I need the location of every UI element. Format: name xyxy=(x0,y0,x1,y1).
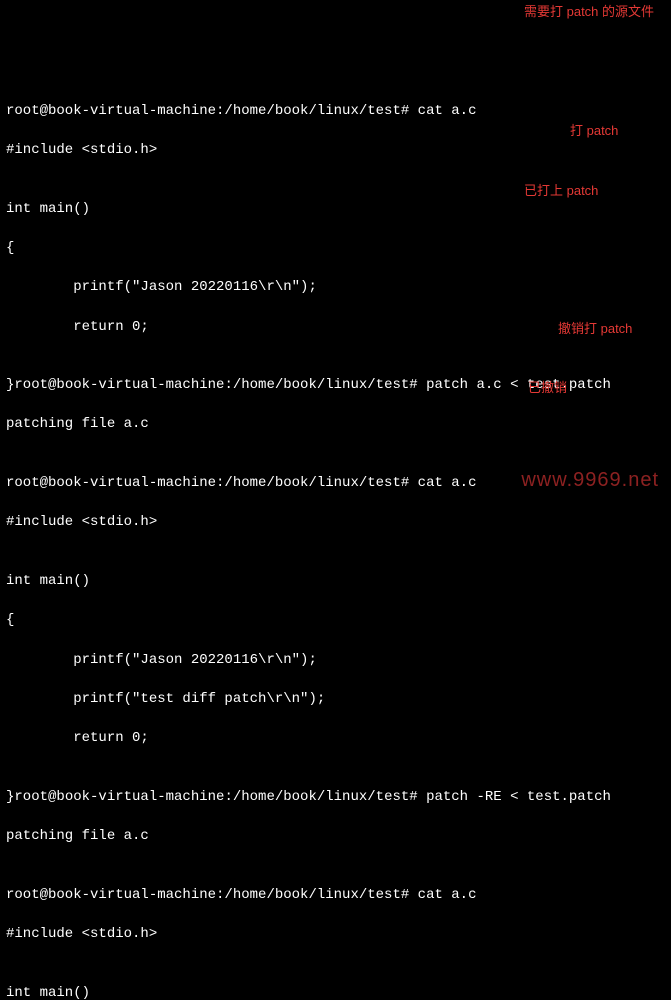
src-include: #include <stdio.h> xyxy=(6,141,665,161)
prompt: root@book-virtual-machine:/home/book/lin… xyxy=(6,887,418,903)
annotation-do-patch: 打 patch xyxy=(570,122,618,140)
prompt: root@book-virtual-machine:/home/book/lin… xyxy=(6,103,418,119)
annotation-need-patch: 需要打 patch 的源文件 xyxy=(524,3,654,21)
prompt-line-4: }root@book-virtual-machine:/home/book/li… xyxy=(6,788,665,808)
src-brace-open: { xyxy=(6,611,665,631)
annotation-patched: 已打上 patch xyxy=(524,182,598,200)
annotation-undo-patch: 撤销打 patch xyxy=(558,320,632,338)
command-cat: cat a.c xyxy=(418,887,477,903)
prompt: root@book-virtual-machine:/home/book/lin… xyxy=(14,377,426,393)
src-brace-open: { xyxy=(6,239,665,259)
src-printf1: printf("Jason 20220116\r\n"); xyxy=(6,278,665,298)
prompt-line-1: root@book-virtual-machine:/home/book/lin… xyxy=(6,102,665,122)
command-patch-revert: patch -RE < test.patch xyxy=(426,789,611,805)
patching-msg-1: patching file a.c xyxy=(6,415,665,435)
command-cat: cat a.c xyxy=(418,103,477,119)
src-main-decl: int main() xyxy=(6,572,665,592)
src-brace-close: } xyxy=(6,789,14,805)
src-include: #include <stdio.h> xyxy=(6,925,665,945)
watermark: www.9969.net xyxy=(521,466,659,494)
src-include: #include <stdio.h> xyxy=(6,513,665,533)
src-printf1: printf("Jason 20220116\r\n"); xyxy=(6,651,665,671)
prompt: root@book-virtual-machine:/home/book/lin… xyxy=(14,789,426,805)
prompt-line-5: root@book-virtual-machine:/home/book/lin… xyxy=(6,886,665,906)
prompt: root@book-virtual-machine:/home/book/lin… xyxy=(6,475,418,491)
annotation-undone: 已撤销 xyxy=(528,379,567,397)
src-main-decl: int main() xyxy=(6,984,665,1000)
src-printf2: printf("test diff patch\r\n"); xyxy=(6,690,665,710)
command-cat: cat a.c xyxy=(418,475,477,491)
command-patch-apply: patch a.c < test.patch xyxy=(426,377,611,393)
src-return: return 0; xyxy=(6,729,665,749)
src-main-decl: int main() xyxy=(6,200,665,220)
patching-msg-2: patching file a.c xyxy=(6,827,665,847)
